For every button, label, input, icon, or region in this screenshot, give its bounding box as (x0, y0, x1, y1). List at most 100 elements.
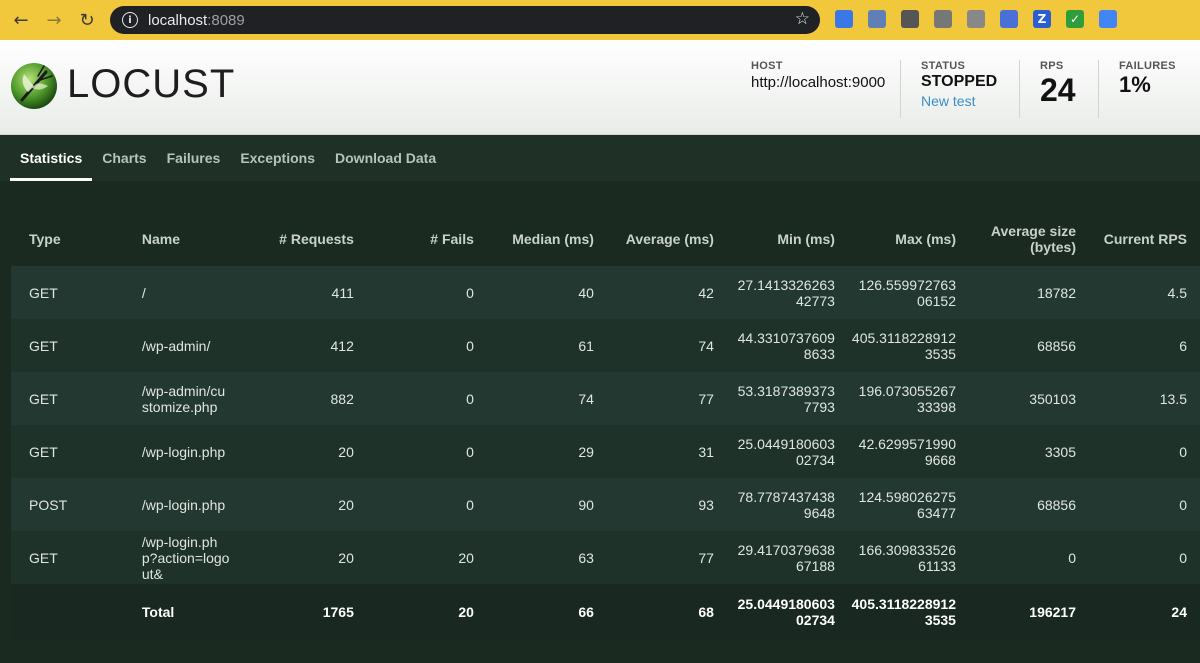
cell-avg-size: 350103 (1029, 390, 1076, 407)
status-label: STATUS (921, 60, 966, 72)
cell-max: 405.31182289123535 (851, 329, 956, 362)
tab-bar: Statistics Charts Failures Exceptions Downlo… (0, 135, 1200, 181)
cell-current-rps: 6 (1179, 337, 1187, 354)
column-header-type[interactable]: Type (11, 211, 124, 266)
cell-name: /wp-admin/ (141, 337, 211, 354)
cell-fails: 0 (466, 443, 474, 460)
cell-min: 78.77874374389648 (737, 488, 835, 521)
locust-logo-icon (11, 63, 57, 109)
cell-name: /wp-admin/customize.php (141, 382, 226, 415)
cell-type: GET (29, 337, 58, 354)
browser-toolbar: ← → ↻ i localhost:8089 ☆ Z ✓ (0, 0, 1200, 40)
cell-median: 61 (578, 337, 594, 354)
cell-median: 63 (578, 549, 594, 566)
cell-avg-size: 0 (1068, 549, 1076, 566)
address-bar[interactable]: i localhost:8089 ☆ (110, 6, 820, 34)
info-icon[interactable]: i (122, 12, 138, 28)
cell-requests: 411 (331, 284, 354, 301)
tab-download-data[interactable]: Download Data (325, 135, 446, 181)
z-icon[interactable]: Z (1033, 10, 1051, 28)
divider (900, 60, 901, 118)
table-header-row: Type Name # Requests # Fails Median (ms) Aver… (11, 211, 1200, 266)
cell-avg-size: 68856 (1037, 496, 1076, 513)
total-row: Total 1765 20 66 68 25.044918060302734 405.311… (11, 584, 1200, 640)
check-icon[interactable]: ✓ (1066, 10, 1084, 28)
cell-min: 44.33107376098633 (737, 329, 835, 362)
cell-fails: 0 (466, 496, 474, 513)
column-header-avg-size[interactable]: Average size (bytes) (964, 211, 1084, 266)
column-header-fails[interactable]: # Fails (362, 211, 482, 266)
cell-min: 53.31873893737793 (737, 382, 835, 415)
tab-failures[interactable]: Failures (157, 135, 231, 181)
translate-icon[interactable] (1099, 10, 1117, 28)
forward-icon[interactable]: → (42, 8, 66, 32)
column-header-average[interactable]: Average (ms) (602, 211, 722, 266)
reload-icon[interactable]: ↻ (75, 8, 99, 32)
cell-median: 90 (578, 496, 594, 513)
rps-label: RPS (1040, 60, 1064, 72)
tab-statistics[interactable]: Statistics (10, 135, 93, 181)
cell-average: 77 (698, 549, 714, 566)
cell-current-rps: 13.5 (1159, 390, 1187, 407)
cell-fails: 0 (466, 284, 474, 301)
column-header-current-rps[interactable]: Current RPS (1084, 211, 1200, 266)
cell-name: /wp-login.php?action=logout& (141, 533, 230, 582)
new-test-link[interactable]: New test (921, 93, 997, 109)
host-stat: HOST http://localhost:9000 (751, 60, 885, 91)
cell-min: 25.044918060302734 (737, 435, 835, 468)
cell-requests: 882 (330, 390, 354, 407)
host-value: http://localhost:9000 (751, 74, 886, 91)
column-header-max[interactable]: Max (ms) (843, 211, 964, 266)
column-header-requests[interactable]: # Requests (238, 211, 362, 266)
total-max: 405.31182289123535 (851, 596, 956, 628)
bookmark-star-icon[interactable]: ☆ (795, 9, 810, 29)
column-header-min[interactable]: Min (ms) (722, 211, 843, 266)
cell-avg-size: 18782 (1037, 284, 1076, 301)
cell-type: GET (29, 284, 58, 301)
swirl-icon[interactable] (868, 10, 886, 28)
cell-max: 196.07305526733398 (858, 382, 956, 415)
total-current-rps: 24 (1171, 604, 1187, 620)
cell-type: GET (29, 390, 58, 407)
url-host: localhost (148, 11, 208, 29)
total-avg-size: 196217 (1029, 604, 1076, 620)
rps-value: 24 (1040, 72, 1076, 108)
cell-current-rps: 0 (1179, 443, 1187, 460)
cell-min: 29.417037963867188 (737, 541, 835, 574)
status-value: STOPPED (921, 73, 998, 90)
cell-requests: 20 (338, 496, 354, 513)
tab-charts[interactable]: Charts (92, 135, 156, 181)
total-requests: 1765 (322, 604, 354, 620)
back-icon[interactable]: ← (9, 8, 33, 32)
url-port: :8089 (207, 11, 245, 29)
cell-requests: 20 (338, 443, 354, 460)
status-stat: STATUS STOPPED New test (921, 60, 997, 109)
cell-fails: 0 (466, 337, 474, 354)
column-header-name[interactable]: Name (124, 211, 238, 266)
total-min: 25.044918060302734 (737, 596, 835, 628)
cell-average: 31 (698, 443, 714, 460)
cell-average: 74 (698, 337, 714, 354)
cell-current-rps: 0 (1179, 549, 1187, 566)
table-row: GET/wp-login.php 20 0 29 31 25.04491806030273… (11, 425, 1200, 478)
cell-name: /wp-login.php (141, 496, 226, 513)
media-icon[interactable] (934, 10, 952, 28)
bulb-icon[interactable] (901, 10, 919, 28)
app-header: LOCUST HOST http://localhost:9000 STATUS… (0, 40, 1200, 135)
cell-max: 124.59802627563477 (858, 488, 956, 521)
octocat-icon[interactable] (967, 10, 985, 28)
column-header-median[interactable]: Median (ms) (482, 211, 602, 266)
cell-type: GET (29, 443, 58, 460)
chat-icon[interactable] (835, 10, 853, 28)
tab-exceptions[interactable]: Exceptions (230, 135, 325, 181)
person-icon[interactable] (1000, 10, 1018, 28)
total-average: 68 (698, 604, 714, 620)
table-row: GET/wp-admin/customize.php 882 0 74 77 53.318… (11, 372, 1200, 425)
table-row: GET/wp-login.php?action=logout& 20 20 63 77 2… (11, 531, 1200, 584)
divider (1098, 60, 1099, 118)
cell-current-rps: 0 (1179, 496, 1187, 513)
table-row: POST/wp-login.php 20 0 90 93 78.7787437438964… (11, 478, 1200, 531)
total-name: Total (141, 604, 175, 620)
cell-min: 27.141332626342773 (737, 276, 835, 309)
url-text[interactable]: localhost:8089 (148, 12, 245, 29)
